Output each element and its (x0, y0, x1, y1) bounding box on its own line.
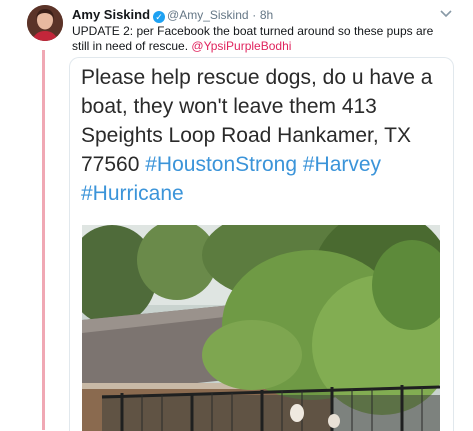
hashtag-harvey[interactable]: #Harvey (303, 153, 381, 176)
hashtag-hurricane[interactable]: #Hurricane (81, 182, 184, 205)
photo-dogs-kennel[interactable] (82, 225, 440, 431)
thread-line (42, 50, 45, 430)
embedded-text: Please help rescue dogs, do u have a boa… (81, 63, 441, 208)
author-name[interactable]: Amy Siskind (72, 7, 150, 22)
timestamp[interactable]: 8h (260, 8, 273, 22)
tweet-header: Amy Siskind ✓ @Amy_Siskind · 8h (72, 7, 273, 23)
mention-link[interactable]: @YpsiPurpleBodhi (191, 39, 291, 53)
tweet-text: UPDATE 2: per Facebook the boat turned a… (72, 24, 452, 54)
separator: · (252, 8, 257, 22)
hashtag-houstonstrong[interactable]: #HoustonStrong (145, 153, 297, 176)
avatar[interactable] (27, 5, 63, 41)
embedded-media-card[interactable]: Please help rescue dogs, do u have a boa… (69, 57, 454, 431)
chevron-down-icon[interactable] (440, 6, 452, 21)
author-handle[interactable]: @Amy_Siskind (167, 8, 249, 22)
verified-badge-icon: ✓ (153, 11, 166, 23)
